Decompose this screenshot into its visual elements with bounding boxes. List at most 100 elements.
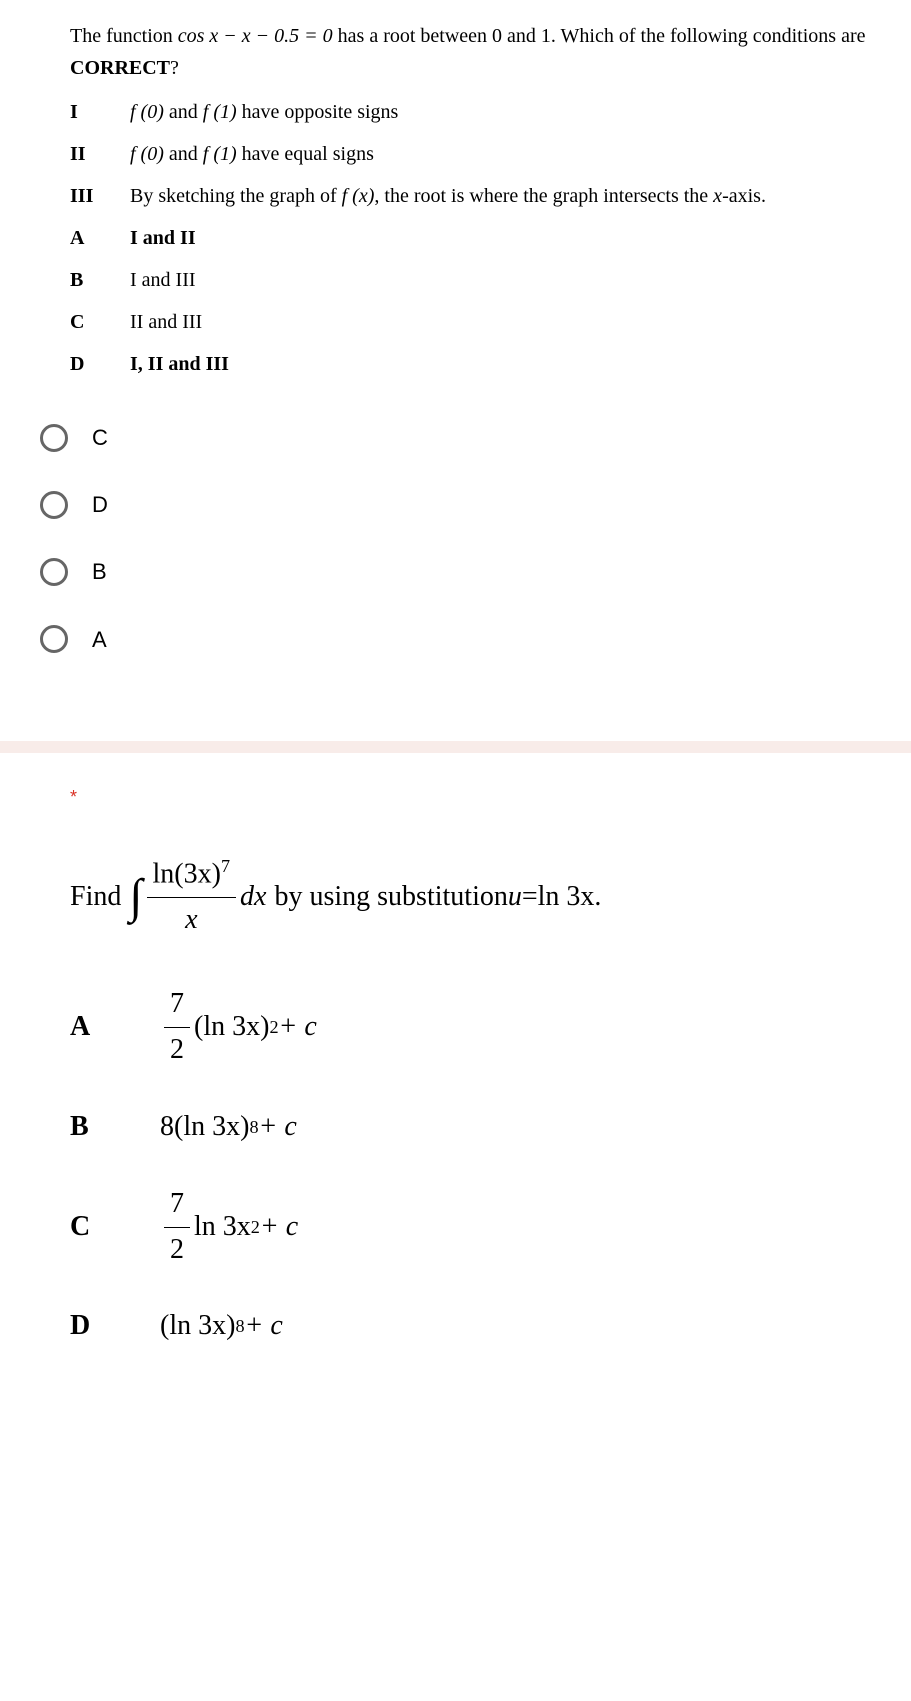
- q1-intro-post: has a root between 0 and 1. Which of the…: [333, 25, 866, 47]
- q1-intro: The function cos x − x − 0.5 = 0 has a r…: [70, 20, 881, 84]
- q1-stmt1-text: f (0) and f (1) have opposite signs: [130, 96, 881, 128]
- question-2-card: * Find ∫ ln(3x)7 x dx by using substitut…: [0, 753, 911, 1422]
- q2-optC-label: C: [70, 1205, 160, 1250]
- radio-circle-icon: [40, 625, 68, 653]
- q1-stmt3-post: -axis.: [722, 185, 766, 207]
- q1-statements: I f (0) and f (1) have opposite signs II…: [70, 96, 881, 380]
- q2-frac-den: x: [179, 898, 203, 943]
- q2-optB-coef: 8: [160, 1105, 174, 1150]
- q1-radio-option-C[interactable]: C: [40, 420, 881, 455]
- q2-optA-expr: 7 2 (ln 3x)2 + c: [160, 982, 317, 1073]
- q1-choice-A: A I and II: [70, 222, 881, 254]
- required-indicator: *: [70, 783, 881, 812]
- q2-optC-tail: + c: [260, 1205, 298, 1250]
- q1-choiceD-text: I, II and III: [130, 353, 229, 375]
- q2-optB-base: (ln 3x): [174, 1105, 249, 1150]
- q1-stmt2-label: II: [70, 138, 130, 170]
- q2-sub-lhs: u: [508, 875, 522, 920]
- q1-stmt2-text: f (0) and f (1) have equal signs: [130, 138, 881, 170]
- q1-choice-C: C II and III: [70, 306, 881, 338]
- q1-radio-group: C D B A: [40, 420, 881, 657]
- q1-statement-1: I f (0) and f (1) have opposite signs: [70, 96, 881, 128]
- q1-radio-B-label: B: [92, 554, 107, 589]
- q1-stmt1-m1: f (0): [130, 101, 164, 123]
- q1-correct-word: CORRECT: [70, 57, 170, 79]
- q1-radio-C-label: C: [92, 420, 108, 455]
- q1-choiceB-text-span: I and III: [130, 269, 196, 291]
- q1-choiceD-label: D: [70, 348, 130, 380]
- integral-icon: ∫: [129, 859, 142, 936]
- q1-stmt3-text: By sketching the graph of f (x), the roo…: [130, 180, 881, 212]
- q1-intro-math: cos x − x − 0.5 = 0: [178, 25, 333, 47]
- q2-optD-base: (ln 3x): [160, 1304, 235, 1349]
- q1-radio-option-B[interactable]: B: [40, 554, 881, 589]
- q2-option-B: B 8(ln 3x)8 + c: [70, 1105, 881, 1150]
- q2-option-D: D (ln 3x)8 + c: [70, 1304, 881, 1349]
- q2-frac-num-exp: 7: [221, 856, 230, 876]
- q1-choiceB-text: I and III: [130, 264, 881, 296]
- q2-options: A 7 2 (ln 3x)2 + c B 8(ln 3x)8 + c C 7: [70, 982, 881, 1349]
- q2-option-C: C 7 2 ln 3x2 + c: [70, 1182, 881, 1273]
- q1-radio-A-label: A: [92, 622, 107, 657]
- q2-optB-exp: 8: [249, 1113, 258, 1142]
- q2-optC-expr: 7 2 ln 3x2 + c: [160, 1182, 298, 1273]
- q2-optB-expr: 8(ln 3x)8 + c: [160, 1105, 297, 1150]
- q1-qmark: ?: [170, 57, 179, 79]
- q2-optD-exp: 8: [235, 1312, 244, 1341]
- q2-optC-exp: 2: [251, 1213, 260, 1242]
- q2-optB-tail: + c: [259, 1105, 297, 1150]
- q1-radio-option-D[interactable]: D: [40, 487, 881, 522]
- q2-optC-fraction: 7 2: [164, 1182, 190, 1273]
- q1-stmt3-m1: f (x): [342, 185, 375, 207]
- q2-frac-num: ln(3x)7: [147, 852, 237, 898]
- q2-sub-rhs: ln 3x.: [538, 875, 602, 920]
- q1-intro-pre: The function: [70, 25, 178, 47]
- q2-optA-label: A: [70, 1005, 160, 1050]
- q1-choiceA-label: A: [70, 222, 130, 254]
- q2-optA-base: (ln 3x): [194, 1005, 269, 1050]
- q1-stmt2-m2: f (1): [203, 143, 237, 165]
- q1-stmt1-label: I: [70, 96, 130, 128]
- q1-stmt2-m1: f (0): [130, 143, 164, 165]
- q1-stmt3-pre: By sketching the graph of: [130, 185, 342, 207]
- radio-circle-icon: [40, 424, 68, 452]
- q2-integrand-fraction: ln(3x)7 x: [147, 852, 237, 943]
- q2-optC-mid: ln 3x: [194, 1205, 251, 1250]
- q2-frac-num-base: ln(3x): [153, 858, 221, 889]
- card-separator: [0, 741, 911, 753]
- radio-circle-icon: [40, 558, 68, 586]
- q1-choiceC-label: C: [70, 306, 130, 338]
- q1-stmt1-mid: and: [164, 101, 203, 123]
- q1-choice-B: B I and III: [70, 264, 881, 296]
- q1-choiceA-text: I and II: [130, 227, 196, 249]
- q2-sub-eq: =: [522, 875, 538, 920]
- q2-optC-frac-den: 2: [164, 1228, 190, 1273]
- q1-stmt2-mid: and: [164, 143, 203, 165]
- question-1-card: The function cos x − x − 0.5 = 0 has a r…: [0, 0, 911, 729]
- q2-optA-frac-num: 7: [164, 982, 190, 1028]
- q2-find-word: Find: [70, 875, 121, 920]
- q1-stmt3-label: III: [70, 180, 130, 212]
- q2-prompt: Find ∫ ln(3x)7 x dx by using substitutio…: [70, 852, 881, 943]
- q1-choiceB-label: B: [70, 264, 130, 296]
- q1-stmt3-m2: x: [713, 185, 722, 207]
- q1-statement-3: III By sketching the graph of f (x), the…: [70, 180, 881, 212]
- q2-optA-fraction: 7 2: [164, 982, 190, 1073]
- q2-dx: dx: [240, 875, 266, 920]
- q2-option-A: A 7 2 (ln 3x)2 + c: [70, 982, 881, 1073]
- q2-optA-exp: 2: [269, 1013, 278, 1042]
- q1-statement-2: II f (0) and f (1) have equal signs: [70, 138, 881, 170]
- q2-optD-tail: + c: [245, 1304, 283, 1349]
- radio-circle-icon: [40, 491, 68, 519]
- q1-radio-option-A[interactable]: A: [40, 622, 881, 657]
- q2-optA-tail: + c: [279, 1005, 317, 1050]
- q1-stmt2-post: have equal signs: [237, 143, 374, 165]
- q2-optD-expr: (ln 3x)8 + c: [160, 1304, 283, 1349]
- q1-choiceC-text-span: II and III: [130, 311, 202, 333]
- q1-stmt3-mid: , the root is where the graph intersects…: [374, 185, 713, 207]
- q1-radio-D-label: D: [92, 487, 108, 522]
- q1-stmt1-post: have opposite signs: [237, 101, 399, 123]
- q2-optD-label: D: [70, 1304, 160, 1349]
- q1-stmt1-m2: f (1): [203, 101, 237, 123]
- q2-optC-frac-num: 7: [164, 1182, 190, 1228]
